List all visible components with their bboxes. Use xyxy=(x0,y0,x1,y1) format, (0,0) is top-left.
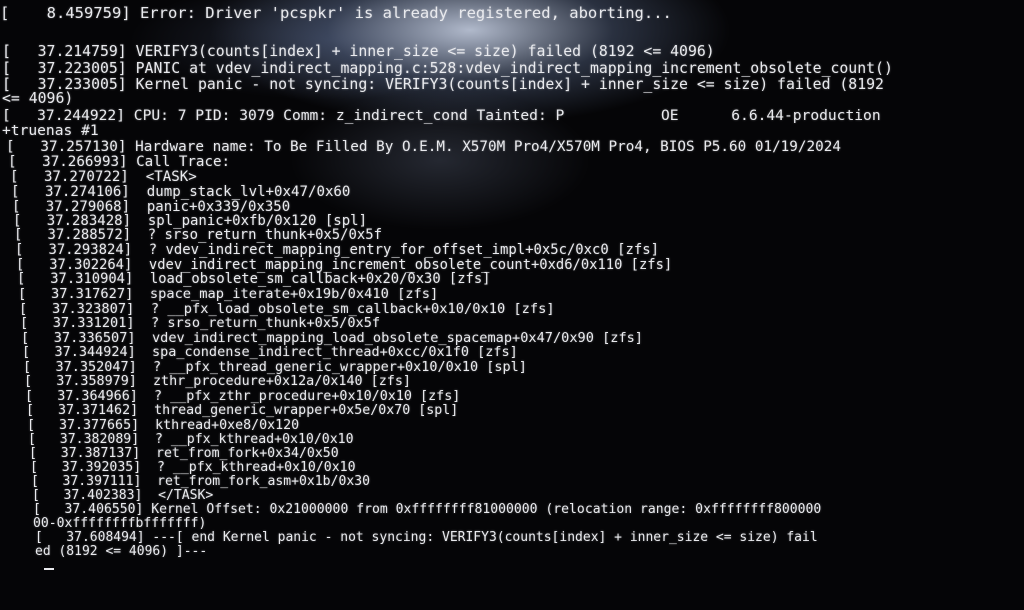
console-line: [ 37.279068] panic+0x339/0x350 xyxy=(12,199,291,215)
console-line: [ 37.392035] ? __pfx_kthread+0x10/0x10 xyxy=(30,460,356,475)
console-line: [ 37.397111] ret_from_fork_asm+0x1b/0x30 xyxy=(31,474,370,489)
console-line: [ 37.387137] ret_from_fork+0x34/0x50 xyxy=(29,446,339,461)
console-line: [ 37.364966] ? __pfx_zthr_procedure+0x10… xyxy=(25,389,461,404)
console-line: [ 37.274106] dump_stack_lvl+0x47/0x60 xyxy=(11,184,351,200)
console-cursor xyxy=(44,568,54,570)
console-line: [ 37.317627] space_map_iterate+0x19b/0x4… xyxy=(18,286,439,302)
console-line: [ 37.371462] thread_generic_wrapper+0x5e… xyxy=(26,403,459,418)
console-line: [ 37.233005] Kernel panic - not syncing:… xyxy=(2,76,884,93)
console-line: [ 37.344924] spa_condense_indirect_threa… xyxy=(22,344,518,360)
console-line: [ 37.214759] VERIFY3(counts[index] + inn… xyxy=(2,43,715,60)
console-line: [ 37.358979] zthr_procedure+0x12a/0x140 … xyxy=(24,374,411,389)
console-line: [ 37.257130] Hardware name: To Be Filled… xyxy=(6,139,841,155)
console-line: ed (8192 <= 4096) ]--- xyxy=(35,544,208,559)
kernel-console: [ 8.459759] Error: Driver 'pcspkr' is al… xyxy=(0,0,1024,610)
console-line: [ 37.288572] ? srso_return_thunk+0x5/0x5… xyxy=(14,227,382,243)
console-line: [ 37.406550] Kernel Offset: 0x21000000 f… xyxy=(33,502,822,517)
console-line: [ 37.310904] load_obsolete_sm_callback+0… xyxy=(17,271,491,287)
console-line: [ 37.608494] ---[ end Kernel panic - not… xyxy=(35,530,818,545)
console-line: [ 37.283428] spl_panic+0xfb/0x120 [spl] xyxy=(13,213,368,229)
console-line: [ 37.331201] ? srso_return_thunk+0x5/0x5… xyxy=(20,315,381,331)
console-line: [ 37.270722] <TASK> xyxy=(10,169,197,185)
console-line: [ 37.244922] CPU: 7 PID: 3079 Comm: z_in… xyxy=(2,107,881,124)
console-line: <= 4096) xyxy=(2,90,74,107)
console-line: [ 37.382089] ? __pfx_kthread+0x10/0x10 xyxy=(28,432,354,447)
console-line: [ 37.293824] ? vdev_indirect_mapping_ent… xyxy=(15,242,659,258)
console-line: +truenas #1 xyxy=(2,122,99,139)
terminal-screen: [ 8.459759] Error: Driver 'pcspkr' is al… xyxy=(0,0,1024,610)
console-line: [ 37.266993] Call Trace: xyxy=(8,154,231,170)
console-line: 00-0xffffffffbfffffff) xyxy=(33,516,207,531)
console-line: [ 37.352047] ? __pfx_thread_generic_wrap… xyxy=(23,359,527,375)
console-line: [ 37.377665] kthread+0xe8/0x120 xyxy=(27,418,300,433)
console-line: [ 8.459759] Error: Driver 'pcspkr' is al… xyxy=(0,4,672,22)
console-line: [ 37.223005] PANIC at vdev_indirect_mapp… xyxy=(2,60,893,77)
console-line: [ 37.402383] </TASK> xyxy=(32,488,214,503)
